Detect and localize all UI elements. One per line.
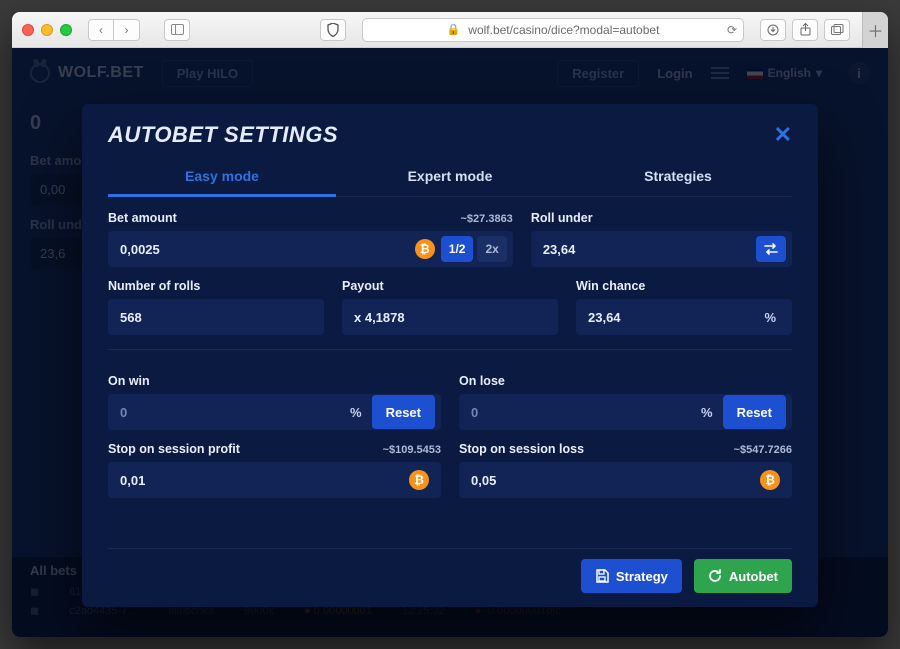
on-win-group: On win 0 % Reset [108, 374, 441, 430]
roll-under-label: Roll under [531, 211, 593, 225]
divider [108, 349, 792, 350]
on-lose-group: On lose 0 % Reset [459, 374, 792, 430]
close-icon[interactable]: ✕ [774, 122, 792, 148]
titlebar-right [760, 19, 850, 41]
stop-profit-value: 0,01 [120, 473, 409, 488]
on-lose-label: On lose [459, 374, 505, 388]
num-rolls-input[interactable]: 568 [108, 299, 324, 335]
modal-tabs: Easy mode Expert mode Strategies [108, 158, 792, 197]
stop-profit-label: Stop on session profit [108, 442, 240, 456]
stop-profit-input[interactable]: 0,01 ₿ [108, 462, 441, 498]
bet-amount-group: Bet amount ~$27.3863 0,0025 ₿ 1/2 2x [108, 211, 513, 267]
address-bar[interactable]: 🔒 wolf.bet/casino/dice?modal=autobet ⟳ [362, 18, 744, 42]
bitcoin-icon: ₿ [415, 239, 435, 259]
on-lose-percent: % [701, 405, 713, 420]
strategy-button-label: Strategy [616, 569, 668, 584]
on-win-input[interactable]: 0 % Reset [108, 394, 441, 430]
sidebar-toggle-button[interactable] [164, 19, 190, 41]
close-window-button[interactable] [22, 24, 34, 36]
autobet-button-label: Autobet [729, 569, 778, 584]
payout-label: Payout [342, 279, 384, 293]
on-win-reset-button[interactable]: Reset [372, 395, 435, 429]
window-controls [22, 24, 72, 36]
payout-value: x 4,1878 [354, 310, 552, 325]
on-lose-input[interactable]: 0 % Reset [459, 394, 792, 430]
num-rolls-label: Number of rolls [108, 279, 200, 293]
bet-amount-value: 0,0025 [120, 242, 415, 257]
bet-amount-usd: ~$27.3863 [461, 213, 513, 225]
payout-group: Payout x 4,1878 [342, 279, 558, 335]
num-rolls-value: 568 [120, 310, 318, 325]
autobet-modal: AUTOBET SETTINGS ✕ Easy mode Expert mode… [82, 104, 818, 607]
back-button[interactable]: ‹ [88, 19, 114, 41]
new-tab-button[interactable]: ＋ [862, 12, 888, 48]
stop-loss-input[interactable]: 0,05 ₿ [459, 462, 792, 498]
win-chance-value: 23,64 [588, 310, 764, 325]
stop-profit-usd: ~$109.5453 [383, 444, 441, 456]
browser-titlebar: ‹ › 🔒 wolf.bet/casino/dice?modal=autobet… [12, 12, 888, 48]
reload-icon[interactable]: ⟳ [727, 23, 737, 37]
payout-input[interactable]: x 4,1878 [342, 299, 558, 335]
half-button[interactable]: 1/2 [441, 236, 474, 262]
save-icon [595, 569, 609, 583]
num-rolls-group: Number of rolls 568 [108, 279, 324, 335]
modal-title: AUTOBET SETTINGS [108, 122, 338, 148]
win-chance-group: Win chance 23,64 % [576, 279, 792, 335]
forward-button[interactable]: › [114, 19, 140, 41]
url-text: wolf.bet/casino/dice?modal=autobet [468, 23, 659, 37]
shield-icon[interactable] [320, 19, 346, 41]
stop-loss-label: Stop on session loss [459, 442, 584, 456]
tab-strategies[interactable]: Strategies [564, 158, 792, 196]
on-win-percent: % [350, 405, 362, 420]
nav-buttons: ‹ › [88, 19, 140, 41]
on-win-label: On win [108, 374, 150, 388]
modal-actions: Strategy Autobet [108, 548, 792, 593]
minimize-window-button[interactable] [41, 24, 53, 36]
bitcoin-icon: ₿ [409, 470, 429, 490]
on-win-value: 0 [120, 405, 350, 420]
browser-window: ‹ › 🔒 wolf.bet/casino/dice?modal=autobet… [12, 12, 888, 637]
maximize-window-button[interactable] [60, 24, 72, 36]
downloads-button[interactable] [760, 19, 786, 41]
stop-loss-usd: ~$547.7266 [734, 444, 792, 456]
tabs-button[interactable] [824, 19, 850, 41]
on-lose-reset-button[interactable]: Reset [723, 395, 786, 429]
roll-under-group: Roll under 23,64 [531, 211, 792, 267]
roll-under-input[interactable]: 23,64 [531, 231, 792, 267]
bitcoin-icon: ₿ [760, 470, 780, 490]
stop-loss-group: Stop on session loss ~$547.7266 0,05 ₿ [459, 442, 792, 498]
share-button[interactable] [792, 19, 818, 41]
autobet-button[interactable]: Autobet [694, 559, 792, 593]
swap-button[interactable] [756, 236, 786, 262]
refresh-icon [708, 569, 722, 583]
bet-amount-label: Bet amount [108, 211, 177, 225]
bet-amount-input[interactable]: 0,0025 ₿ 1/2 2x [108, 231, 513, 267]
tab-easy-mode[interactable]: Easy mode [108, 158, 336, 196]
stop-profit-group: Stop on session profit ~$109.5453 0,01 ₿ [108, 442, 441, 498]
roll-under-value: 23,64 [543, 242, 756, 257]
strategy-button[interactable]: Strategy [581, 559, 682, 593]
page-viewport: WOLF.BET Play HILO Register Login Englis… [12, 48, 888, 637]
stop-loss-value: 0,05 [471, 473, 760, 488]
on-lose-value: 0 [471, 405, 701, 420]
tab-expert-mode[interactable]: Expert mode [336, 158, 564, 196]
win-chance-label: Win chance [576, 279, 645, 293]
win-chance-input[interactable]: 23,64 % [576, 299, 792, 335]
lock-icon: 🔒 [447, 23, 461, 36]
percent-suffix: % [764, 310, 776, 325]
double-button[interactable]: 2x [477, 236, 506, 262]
